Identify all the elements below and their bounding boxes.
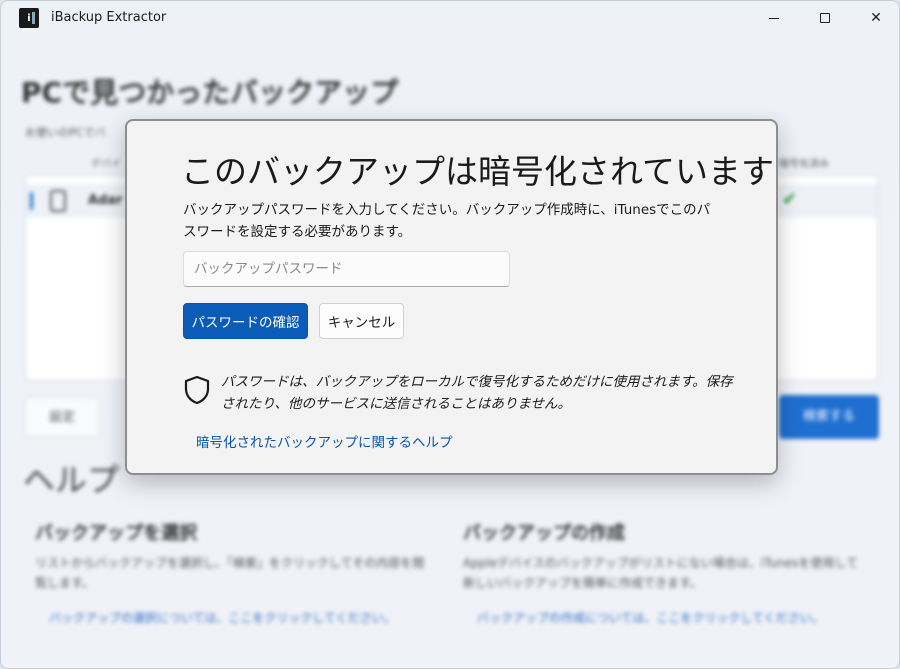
minimize-icon [769,17,779,19]
help-card-select: バックアップを選択 リストからバックアップを選択し、「検索」をクリックしてその内… [35,519,435,626]
dialog-description: バックアップパスワードを入力してください。バックアップ作成時に、iTunesでこ… [183,202,711,240]
selection-indicator [30,192,33,210]
window-title: iBackup Extractor [51,10,167,25]
privacy-notice: パスワードは、バックアップをローカルで復号化するためだけに使用されます。保存され… [221,374,733,412]
close-icon: ✕ [870,10,882,26]
app-logo-icon: i [19,8,39,28]
help-card-link[interactable]: バックアップの選択については、ここをクリックしてください。 [35,609,435,626]
help-title: ヘルプ [23,461,120,499]
settings-button[interactable]: 設定 [25,397,99,437]
device-icon [50,190,66,212]
column-header-device: デバイ [91,159,121,170]
search-button[interactable]: 検索する [779,395,879,439]
close-button[interactable]: ✕ [853,1,899,35]
device-name: Adar [88,193,123,208]
confirm-password-button[interactable]: パスワードの確認 [183,303,308,339]
dialog-title: このバックアップは暗号化されています [181,152,775,191]
encrypted-backup-help-link[interactable]: 暗号化されたバックアップに関するヘルプ [196,431,453,451]
password-input[interactable] [183,251,510,287]
help-card-heading: バックアップを選択 [35,523,197,544]
maximize-icon [820,13,830,23]
checkmark-icon: ✔ [781,189,797,210]
page-title: PCで見つかったバックアップ [21,76,399,109]
app-window: i iBackup Extractor ✕ PCで見つかったバックアップ お使い… [0,0,900,669]
help-card-create: バックアップの作成 Appleデバイスのバックアップがリストにない場合は、iTu… [463,519,863,626]
help-card-heading: バックアップの作成 [463,523,625,544]
cancel-button[interactable]: キャンセル [319,303,404,339]
shield-icon [184,375,210,405]
minimize-button[interactable] [751,1,797,35]
title-bar: i iBackup Extractor ✕ [1,1,899,35]
column-header-encrypted: 暗号化済み [779,159,829,170]
maximize-button[interactable] [802,1,848,35]
help-card-text: リストからバックアップを選択し、「検索」をクリックしてその内容を閲覧します。 [35,556,425,590]
password-dialog: このバックアップは暗号化されています バックアップパスワードを入力してください。… [125,119,778,475]
help-card-text: Appleデバイスのバックアップがリストにない場合は、iTunesを使用して新し… [463,556,859,590]
page-subtitle: お使いのPCでバ [25,126,106,139]
help-card-link[interactable]: バックアップの作成については、ここをクリックしてください。 [463,609,863,626]
